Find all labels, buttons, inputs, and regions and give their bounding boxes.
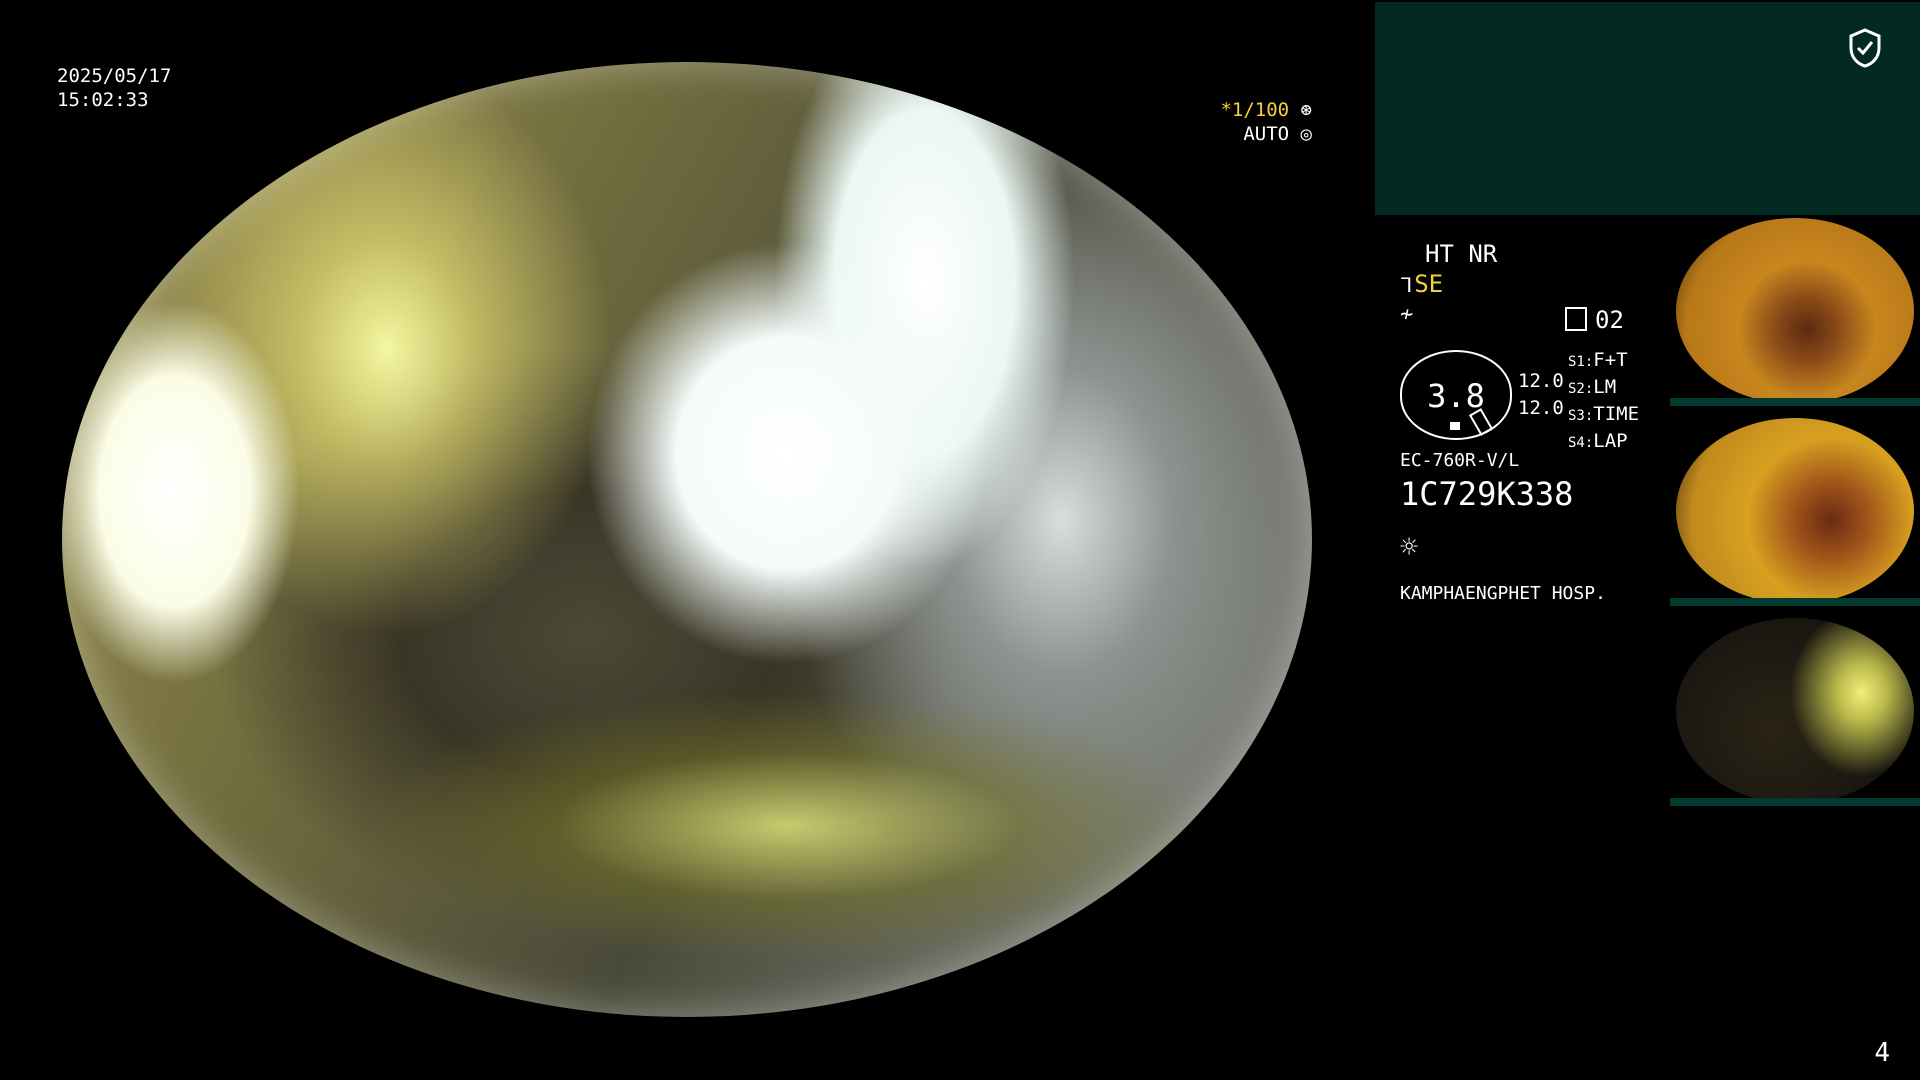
- value-a: 12.0: [1518, 370, 1564, 392]
- enhancement-mode: SE: [1414, 270, 1444, 298]
- thumbnail-image: [1676, 218, 1914, 404]
- gauge-value: 3.8: [1427, 377, 1485, 415]
- bending-gauge: 3.8: [1400, 350, 1512, 440]
- time-text: 15:02:33: [57, 89, 149, 111]
- switch-value: TIME: [1593, 403, 1640, 425]
- thumbnail-caption-bar: [1670, 398, 1920, 406]
- endoscopy-monitor: 2025/05/17 15:02:33 *1/100 ⊛ AUTO ◎ HT N…: [0, 0, 1920, 1080]
- value-b: 12.0: [1518, 397, 1564, 419]
- datetime-readout: 2025/05/17 15:02:33: [57, 64, 171, 112]
- enhancement-line: ᒣSE: [1400, 270, 1443, 298]
- switch-key: S4:: [1568, 435, 1594, 451]
- switch-value: LM: [1593, 376, 1617, 398]
- thumbnail-image: [1676, 418, 1914, 604]
- shutter-speed: 1/100: [1231, 99, 1290, 121]
- gauge-marker: [1450, 422, 1460, 430]
- iris-icon: ◎: [1289, 123, 1312, 145]
- shutter-prefix: *: [1220, 99, 1232, 121]
- scope-icon: ᒣ: [1400, 273, 1413, 297]
- switch-value: LAP: [1593, 430, 1628, 452]
- iris-mode: AUTO: [1243, 123, 1290, 145]
- switch-key: S1:: [1568, 354, 1594, 370]
- processing-mode: HT NR: [1425, 240, 1498, 268]
- switch-assignments: S1:F+T S2:LM S3:TIME S4:LAP: [1568, 348, 1639, 456]
- shield-check-icon: [1849, 28, 1881, 68]
- shutter-icon: ⊛: [1289, 99, 1312, 121]
- image-index: 02: [1565, 306, 1624, 334]
- capture-thumbnail[interactable]: [1670, 216, 1920, 406]
- scope-serial: 1C729K338: [1400, 475, 1574, 513]
- page-number: 4: [1874, 1038, 1890, 1068]
- switch-key: S3:: [1568, 408, 1594, 424]
- thumbnail-caption-bar: [1670, 798, 1920, 806]
- freeze-icon: ≁: [1400, 302, 1414, 327]
- hospital-name: KAMPHAENGPHET HOSP.: [1400, 583, 1606, 604]
- scope-info-panel: HT NR ᒣSE ≁ 02 3.8 12.0 12.0 S1:F+T S2:L…: [1400, 240, 1675, 620]
- thumbnail-image: [1676, 618, 1914, 804]
- switch-key: S2:: [1568, 381, 1594, 397]
- thumbnail-caption-bar: [1670, 598, 1920, 606]
- date-text: 2025/05/17: [57, 65, 172, 87]
- light-source-icon: ☼: [1400, 530, 1419, 565]
- index-number: 02: [1595, 306, 1624, 334]
- patient-info-box: [1375, 2, 1920, 215]
- scope-model: EC-760R-V/L: [1400, 450, 1520, 471]
- capture-thumbnail[interactable]: [1670, 616, 1920, 806]
- capture-thumbnail[interactable]: [1670, 416, 1920, 606]
- endoscopic-live-view: [62, 62, 1312, 1017]
- exposure-readout: *1/100 ⊛ AUTO ◎: [1220, 98, 1312, 146]
- memory-icon: [1565, 307, 1587, 331]
- switch-value: F+T: [1593, 349, 1628, 371]
